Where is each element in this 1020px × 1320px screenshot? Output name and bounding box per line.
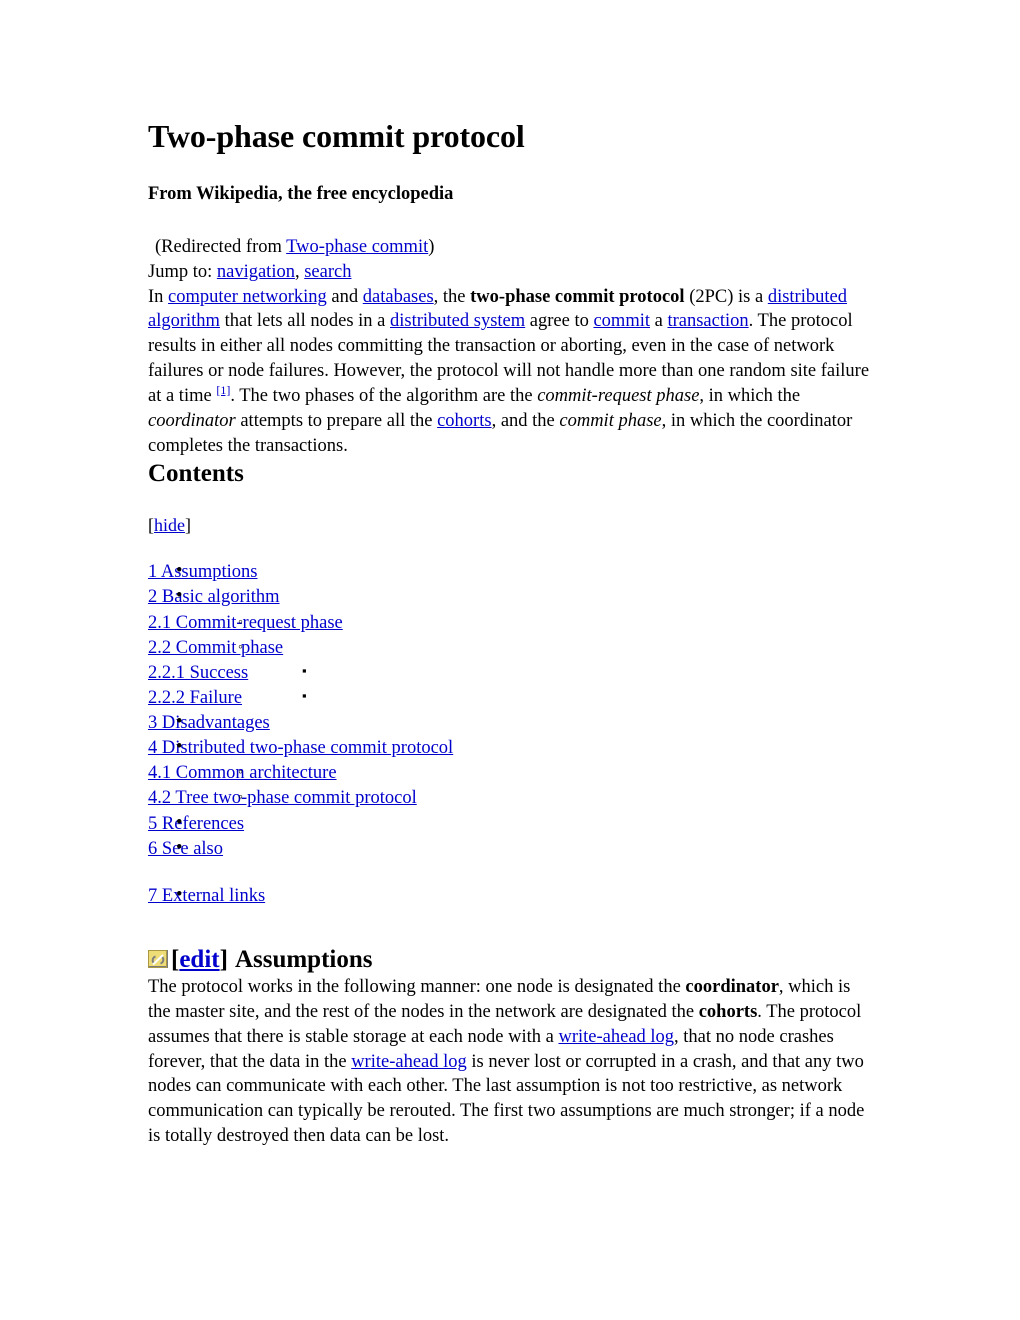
intro-text-1: In [148, 286, 169, 307]
cohorts-link[interactable]: cohorts [437, 411, 491, 431]
toc-hide-link[interactable]: hide [154, 515, 185, 535]
term-coordinator-bold: coordinator [685, 976, 779, 997]
disc-bullet-icon: • [176, 712, 183, 733]
jump-to-line: Jump to: navigation, search [148, 260, 875, 285]
redirect-prefix: (Redirected from [155, 236, 287, 257]
disc-bullet-icon: • [176, 737, 183, 758]
toc-toggle-line: [hide] [148, 515, 875, 537]
databases-link[interactable]: databases [363, 287, 434, 307]
toc-item: ◦ 4.1 Common architecture [148, 761, 875, 786]
toc-item: ▪ 2.2.1 Success [148, 661, 875, 686]
toc-link[interactable]: 7 External links [148, 886, 265, 906]
intro-text-9: . The two phases of the algorithm are th… [230, 386, 538, 407]
toc-item: • 5 References [148, 812, 875, 837]
redirect-source-link[interactable]: Two-phase commit [286, 237, 428, 257]
circle-bullet-icon: ◦ [238, 639, 243, 655]
toc-link[interactable]: 5 References [148, 814, 244, 834]
intro-text-6: agree to [525, 311, 594, 332]
term-two-phase-commit-protocol: two-phase commit protocol [470, 286, 685, 307]
disc-bullet-icon: • [176, 812, 183, 833]
assumptions-section-heading: [edit] Assumptions [148, 945, 875, 975]
intro-text-5: that lets all nodes in a [219, 311, 390, 332]
bracket-close: ] [185, 514, 191, 535]
jump-search-link[interactable]: search [304, 262, 351, 282]
toc-item: • 6 See also [148, 837, 875, 862]
toc-link[interactable]: 2.2 Commit phase [148, 638, 283, 658]
intro-text-11: attempts to prepare all the [235, 410, 438, 431]
toc-list: • 1 Assumptions • 2 Basic algorithm ◦ 2.1 Com… [148, 560, 875, 909]
toc-item: ◦ 4.2 Tree two-phase commit protocol [148, 786, 875, 811]
term-commit-phase: commit phase [559, 410, 662, 431]
intro-text-12: , and the [491, 410, 560, 431]
commit-link[interactable]: commit [593, 311, 650, 331]
square-bullet-icon: ▪ [302, 687, 307, 703]
toc-link[interactable]: 2.2.2 Failure [148, 688, 242, 708]
site-tagline: From Wikipedia, the free encyclopedia [148, 183, 454, 204]
intro-paragraph: In computer networking and databases, th… [148, 285, 875, 459]
term-commit-request-phase: commit-request phase [537, 386, 700, 407]
disc-bullet-icon: • [176, 837, 183, 858]
article-content: Two-phase commit protocol From Wikipedia… [148, 0, 875, 1149]
write-ahead-log-link-2[interactable]: write-ahead log [351, 1052, 467, 1072]
jump-label: Jump to: [148, 261, 217, 282]
reference-1-link[interactable]: [1] [216, 383, 230, 397]
disc-bullet-icon: • [176, 884, 183, 905]
toc-link[interactable]: 2 Basic algorithm [148, 587, 280, 607]
toc-item: ◦ 2.1 Commit-request phase [148, 611, 875, 636]
jump-separator: , [294, 261, 305, 282]
toc-link[interactable]: 4.2 Tree two-phase commit protocol [148, 788, 417, 808]
distributed-system-link[interactable]: distributed system [390, 311, 525, 331]
toc-item: • 4 Distributed two-phase commit protocol [148, 736, 875, 761]
toc-item: • 7 External links [148, 884, 875, 909]
intro-text-7: a [650, 311, 668, 332]
disc-bullet-icon: • [176, 586, 183, 607]
circle-bullet-icon: ◦ [238, 765, 243, 781]
broken-image-icon [148, 949, 170, 970]
section-title-assumptions: Assumptions [234, 945, 373, 973]
intro-text-2: and [326, 286, 363, 307]
edit-bracket-close: ] [219, 945, 228, 973]
assumptions-paragraph: The protocol works in the following mann… [148, 975, 875, 1149]
transaction-link[interactable]: transaction [667, 311, 748, 331]
contents-heading: Contents [148, 459, 244, 487]
write-ahead-log-link-1[interactable]: write-ahead log [558, 1027, 674, 1047]
intro-text-10: , in which the [699, 386, 801, 407]
term-cohorts-bold: cohorts [698, 1001, 758, 1022]
disc-bullet-icon: • [176, 561, 183, 582]
redirect-and-jump-block: (Redirected from Two-phase commit) Jump … [148, 235, 875, 285]
toc-link[interactable]: 4 Distributed two-phase commit protocol [148, 738, 453, 758]
edit-section-link[interactable]: edit [179, 946, 219, 973]
assumptions-text-1: The protocol works in the following mann… [148, 976, 686, 997]
toc-item: • 1 Assumptions [148, 560, 875, 585]
redirect-suffix: ) [428, 236, 435, 257]
title-wrapper: Two-phase commit protocol [148, 0, 875, 155]
document-page: Two-phase commit protocol From Wikipedia… [0, 0, 1020, 1320]
toc-item: ◦ 2.2 Commit phase [148, 636, 875, 661]
term-coordinator: coordinator [148, 410, 236, 431]
table-of-contents: • 1 Assumptions • 2 Basic algorithm ◦ 2.1 Com… [148, 560, 875, 909]
toc-link[interactable]: 6 See also [148, 839, 223, 859]
circle-bullet-icon: ◦ [238, 790, 243, 806]
jump-navigation-link[interactable]: navigation [217, 262, 295, 282]
page-title: Two-phase commit protocol [148, 118, 525, 154]
toc-item: • 2 Basic algorithm [148, 585, 875, 610]
toc-item: ▪ 2.2.2 Failure [148, 686, 875, 711]
toc-link[interactable]: 2.1 Commit-request phase [148, 613, 343, 633]
intro-text-4: (2PC) is a [684, 286, 768, 307]
circle-bullet-icon: ◦ [238, 614, 243, 630]
toc-item: • 3 Disadvantages [148, 711, 875, 736]
toc-link[interactable]: 1 Assumptions [148, 562, 257, 582]
intro-text-3: , the [433, 286, 471, 307]
computer-networking-link[interactable]: computer networking [168, 287, 327, 307]
reference-superscript: [1] [216, 383, 230, 397]
redirect-notice: (Redirected from Two-phase commit) [148, 235, 875, 260]
toc-link[interactable]: 2.2.1 Success [148, 663, 248, 683]
toc-link[interactable]: 3 Disadvantages [148, 713, 270, 733]
square-bullet-icon: ▪ [302, 662, 307, 678]
